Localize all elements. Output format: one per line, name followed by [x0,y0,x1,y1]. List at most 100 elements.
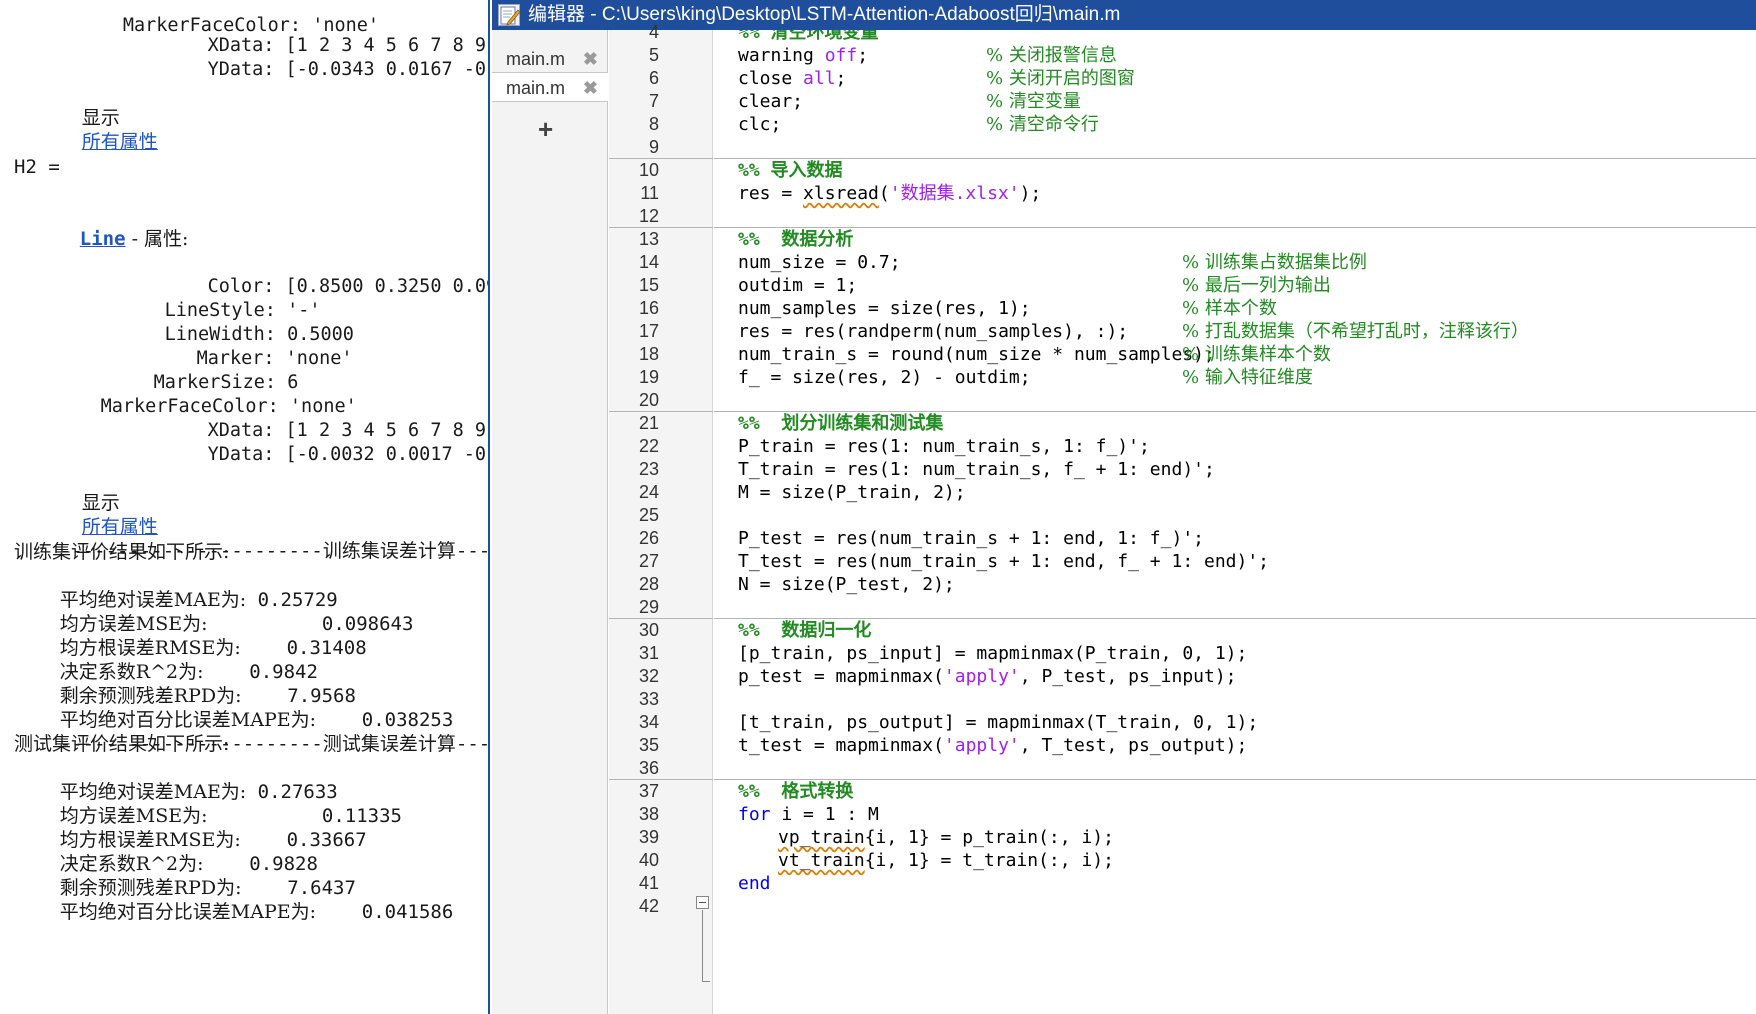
line-number: 12 [638,206,659,226]
section-divider [714,158,1756,159]
code-line: warning off; [738,45,869,66]
code-line: clc; [738,114,782,135]
line-number: 23 [638,459,659,479]
code-line: T_test = res(num_train_s + 1: end, f_ + … [738,551,1270,572]
code-line: %% 清空环境变量 [738,30,879,43]
line-number: 42 [638,896,659,916]
line-number: 8 [648,114,659,134]
test-metric-row: 平均绝对百分比误差MAPE为: 0.041586 [59,901,454,923]
code-line: M = size(P_train, 2); [738,482,966,503]
code-comment: % 关闭报警信息 [986,45,1117,66]
plus-icon[interactable]: + [538,116,553,142]
line-number: 19 [638,367,659,387]
code-section-title: %% 数据归一化 [738,620,872,641]
code-section-title: %% 数据分析 [738,229,854,250]
line-number: 9 [648,137,659,157]
code-line: P_train = res(1: num_train_s, 1: f_)'; [738,436,1150,457]
code-line: P_test = res(num_train_s + 1: end, 1: f_… [738,528,1204,549]
code-line: [t_train, ps_output] = mapminmax(T_train… [738,712,1259,733]
code-section-title: %% 格式转换 [738,781,854,802]
line-number: 4 [648,22,659,42]
code-comment: % 最后一列为输出 [1182,275,1331,296]
code-comment: % 清空变量 [986,91,1081,112]
line-number: 20 [638,390,659,410]
cw-variable-name: H2 = [14,156,60,178]
code-editor-area[interactable]: %% 清空环境变量 warning off; % 关闭报警信息 close al… [714,30,1756,1014]
code-line: num_samples = size(res, 1); [738,298,1031,319]
close-icon[interactable]: ✖ [583,44,598,74]
test-eval-title: 测试集评价结果如下所示: [14,733,230,755]
code-section-title: %% 划分训练集和测试集 [738,413,944,434]
code-line: outdim = 1; [738,275,858,296]
section-divider [609,411,713,412]
line-number: 29 [638,597,659,617]
code-line: for i = 1 : M [738,804,879,825]
file-tab-strip: main.m ✖ main.m ✖ + [492,30,608,1014]
line-number: 32 [638,666,659,686]
code-comment: % 清空命令行 [986,114,1099,135]
line-number: 25 [638,505,659,525]
train-eval-title: 训练集评价结果如下所示: [14,541,230,563]
line-number: 36 [638,758,659,778]
code-line: p_test = mapminmax('apply', P_test, ps_i… [738,666,1237,687]
editor-title-bar[interactable]: 编辑器 - C:\Users\king\Desktop\LSTM-Attenti… [492,0,1756,30]
command-window[interactable]: MarkerFaceColor: 'none' XData: [1 2 3 4 … [0,0,490,1014]
line-number: 37 [638,781,659,801]
section-divider [714,779,1756,780]
code-line: vt_train{i, 1} = t_train(:, i); [778,850,1114,871]
line-number: 33 [638,689,659,709]
line-number: 14 [638,252,659,272]
code-line: end [738,873,771,894]
line-number: 21 [638,413,659,433]
line-number: 30 [638,620,659,640]
line-number: 31 [638,643,659,663]
code-comment: % 样本个数 [1182,298,1277,319]
file-tab-active[interactable]: main.m ✖ [492,72,608,102]
code-section-title: %% 导入数据 [738,160,843,181]
edit-pencil-icon [498,4,521,26]
line-number: 15 [638,275,659,295]
code-line: res = xlsread('数据集.xlsx'); [738,183,1042,204]
code-line: f_ = size(res, 2) - outdim; [738,367,1031,388]
close-icon[interactable]: ✖ [583,73,598,103]
line-number: 34 [638,712,659,732]
all-properties-link[interactable]: 所有属性 [82,131,158,153]
line-number: 7 [648,91,659,111]
code-line: t_test = mapminmax('apply', T_test, ps_o… [738,735,1248,756]
line-number: 27 [638,551,659,571]
code-line: num_train_s = round(num_size * num_sampl… [738,344,1215,365]
line-number: 16 [638,298,659,318]
cw-prop-line: YData: [-0.0343 0.0167 -0. [207,59,490,80]
editor-window[interactable]: 编辑器 - C:\Users\king\Desktop\LSTM-Attenti… [492,0,1756,1014]
code-fold-toggle[interactable] [696,896,709,909]
line-number: 40 [638,850,659,870]
code-line: T_train = res(1: num_train_s, f_ + 1: en… [738,459,1215,480]
section-divider [609,158,713,159]
code-fold-line [702,910,703,982]
code-comment: % 训练集占数据集比例 [1182,252,1367,273]
line-number: 41 [638,873,659,893]
file-tab[interactable]: main.m ✖ [492,44,608,74]
line-number: 13 [638,229,659,249]
line-number: 38 [638,804,659,824]
code-line: vp_train{i, 1} = p_train(:, i); [778,827,1114,848]
code-line: N = size(P_test, 2); [738,574,955,595]
code-line: res = res(randperm(num_samples), :); [738,321,1129,342]
section-divider [609,227,713,228]
line-number: 6 [648,68,659,88]
code-fold-end [702,981,710,982]
line-class-link[interactable]: Line [80,228,126,250]
code-line: close all; [738,68,847,89]
line-number: 5 [648,45,659,65]
code-comment: % 打乱数据集（不希望打乱时，注释该行） [1182,321,1529,342]
code-line: clear; [738,91,804,112]
line-number: 28 [638,574,659,594]
cw-prop-line: YData: [-0.0032 0.0017 -0. [207,444,490,465]
line-number: 18 [638,344,659,364]
file-tab-label: main.m [506,49,566,69]
code-line: [p_train, ps_input] = mapminmax(P_train,… [738,643,1248,664]
section-divider [714,227,1756,228]
line-number: 11 [640,183,659,203]
line-number: 17 [638,321,659,341]
line-number-gutter: 4 5 6 7 8 9 10 11 12 13 14 15 16 17 18 19 20 21 22 23 24 25 26… [609,22,713,1014]
